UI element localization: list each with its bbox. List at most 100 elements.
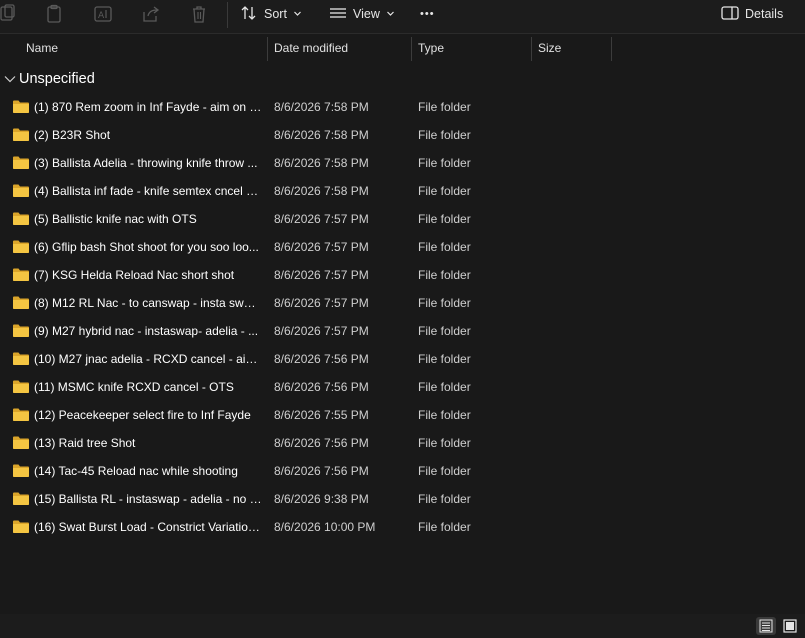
- share-icon[interactable]: [141, 4, 161, 24]
- list-item[interactable]: (12) Peacekeeper select fire to Inf Fayd…: [0, 402, 805, 430]
- file-name: (3) Ballista Adelia - throwing knife thr…: [34, 156, 258, 170]
- delete-icon[interactable]: [189, 4, 209, 24]
- date-modified: 8/6/2026 9:38 PM: [274, 492, 369, 506]
- list-item[interactable]: (4) Ballista inf fade - knife semtex cnc…: [0, 178, 805, 206]
- folder-icon: [13, 464, 29, 477]
- date-modified: 8/6/2026 10:00 PM: [274, 520, 376, 534]
- list-item[interactable]: (8) M12 RL Nac - to canswap - insta swap…: [0, 290, 805, 318]
- list-item[interactable]: (9) M27 hybrid nac - instaswap- adelia -…: [0, 318, 805, 346]
- date-modified: 8/6/2026 7:56 PM: [274, 352, 369, 366]
- date-modified: 8/6/2026 7:57 PM: [274, 240, 369, 254]
- column-divider[interactable]: [611, 37, 612, 61]
- date-modified: 8/6/2026 7:58 PM: [274, 156, 369, 170]
- details-view-icon[interactable]: [756, 617, 776, 635]
- sort-icon: [240, 4, 258, 25]
- file-name: (13) Raid tree Shot: [34, 436, 136, 450]
- folder-icon: [13, 492, 29, 505]
- file-type: File folder: [418, 100, 471, 114]
- folder-icon: [13, 520, 29, 533]
- file-list: (1) 870 Rem zoom in Inf Fayde - aim on n…: [0, 94, 805, 542]
- list-item[interactable]: (3) Ballista Adelia - throwing knife thr…: [0, 150, 805, 178]
- file-name: (8) M12 RL Nac - to canswap - insta swap…: [34, 296, 262, 310]
- folder-icon: [13, 268, 29, 281]
- new-item-icon[interactable]: [0, 4, 20, 24]
- command-bar: A Sort View ••• Details: [0, 0, 805, 34]
- sort-label: Sort: [264, 7, 287, 21]
- svg-text:A: A: [98, 11, 105, 21]
- folder-icon: [13, 184, 29, 197]
- file-name: (15) Ballista RL - instaswap - adelia - …: [34, 492, 262, 506]
- file-type: File folder: [418, 324, 471, 338]
- file-name: (9) M27 hybrid nac - instaswap- adelia -…: [34, 324, 259, 338]
- list-item[interactable]: (16) Swat Burst Load - Constrict Variati…: [0, 514, 805, 542]
- file-type: File folder: [418, 268, 471, 282]
- view-label: View: [353, 7, 380, 21]
- file-type: File folder: [418, 492, 471, 506]
- list-item[interactable]: (5) Ballistic knife nac with OTS 8/6/2026…: [0, 206, 805, 234]
- list-item[interactable]: (13) Raid tree Shot 8/6/2026 7:56 PM File …: [0, 430, 805, 458]
- group-header[interactable]: Unspecified: [0, 68, 95, 90]
- file-name: (4) Ballista inf fade - knife semtex cnc…: [34, 184, 262, 198]
- file-type: File folder: [418, 408, 471, 422]
- file-name: (1) 870 Rem zoom in Inf Fayde - aim on n…: [34, 100, 262, 114]
- file-name: (2) B23R Shot: [34, 128, 111, 142]
- column-header-size[interactable]: Size: [532, 35, 611, 62]
- file-name: (11) MSMC knife RCXD cancel - OTS: [34, 380, 234, 394]
- folder-icon: [13, 240, 29, 253]
- file-type: File folder: [418, 380, 471, 394]
- date-modified: 8/6/2026 7:57 PM: [274, 268, 369, 282]
- list-item[interactable]: (10) M27 jnac adelia - RCXD cancel - aim…: [0, 346, 805, 374]
- file-type: File folder: [418, 296, 471, 310]
- details-pane-icon: [721, 5, 739, 24]
- column-header-date[interactable]: Date modified: [268, 35, 411, 62]
- list-item[interactable]: (15) Ballista RL - instaswap - adelia - …: [0, 486, 805, 514]
- file-type: File folder: [418, 128, 471, 142]
- file-name: (14) Tac-45 Reload nac while shooting: [34, 464, 238, 478]
- date-modified: 8/6/2026 7:57 PM: [274, 324, 369, 338]
- more-icon: •••: [420, 8, 435, 20]
- file-type: File folder: [418, 156, 471, 170]
- folder-icon: [13, 380, 29, 393]
- file-type: File folder: [418, 212, 471, 226]
- group-label: Unspecified: [19, 71, 95, 87]
- rename-icon[interactable]: A: [93, 4, 113, 24]
- chevron-down-icon: [386, 7, 395, 21]
- chevron-down-icon: [293, 7, 302, 21]
- date-modified: 8/6/2026 7:55 PM: [274, 408, 369, 422]
- folder-icon: [13, 156, 29, 169]
- column-header-type[interactable]: Type: [412, 35, 531, 62]
- file-type: File folder: [418, 520, 471, 534]
- date-modified: 8/6/2026 7:57 PM: [274, 296, 369, 310]
- date-modified: 8/6/2026 7:57 PM: [274, 212, 369, 226]
- folder-icon: [13, 296, 29, 309]
- file-name: (5) Ballistic knife nac with OTS: [34, 212, 197, 226]
- details-pane-button[interactable]: Details: [721, 3, 783, 25]
- folder-icon: [13, 408, 29, 421]
- folder-icon: [13, 212, 29, 225]
- more-options-button[interactable]: •••: [420, 3, 435, 25]
- list-item[interactable]: (1) 870 Rem zoom in Inf Fayde - aim on n…: [0, 94, 805, 122]
- tiles-view-icon[interactable]: [780, 617, 800, 635]
- date-modified: 8/6/2026 7:58 PM: [274, 128, 369, 142]
- list-item[interactable]: (6) Gflip bash Shot shoot for you soo lo…: [0, 234, 805, 262]
- view-button[interactable]: View: [329, 3, 395, 25]
- chevron-down-icon[interactable]: [3, 72, 17, 86]
- file-type: File folder: [418, 352, 471, 366]
- paste-icon[interactable]: [45, 4, 65, 24]
- sort-button[interactable]: Sort: [240, 3, 302, 25]
- list-item[interactable]: (7) KSG Helda Reload Nac short shot 8/6/2…: [0, 262, 805, 290]
- file-type: File folder: [418, 240, 471, 254]
- file-name: (7) KSG Helda Reload Nac short shot: [34, 268, 235, 282]
- folder-icon: [13, 436, 29, 449]
- file-type: File folder: [418, 184, 471, 198]
- toolbar-divider: [227, 2, 228, 28]
- view-icon: [329, 4, 347, 25]
- date-modified: 8/6/2026 7:56 PM: [274, 380, 369, 394]
- column-header-name[interactable]: Name: [20, 35, 267, 62]
- date-modified: 8/6/2026 7:58 PM: [274, 100, 369, 114]
- list-item[interactable]: (14) Tac-45 Reload nac while shooting 8/6…: [0, 458, 805, 486]
- list-item[interactable]: (11) MSMC knife RCXD cancel - OTS 8/6/202…: [0, 374, 805, 402]
- file-name: (12) Peacekeeper select fire to Inf Fayd…: [34, 408, 251, 422]
- file-name: (10) M27 jnac adelia - RCXD cancel - aim…: [34, 352, 262, 366]
- list-item[interactable]: (2) B23R Shot 8/6/2026 7:58 PM File folder: [0, 122, 805, 150]
